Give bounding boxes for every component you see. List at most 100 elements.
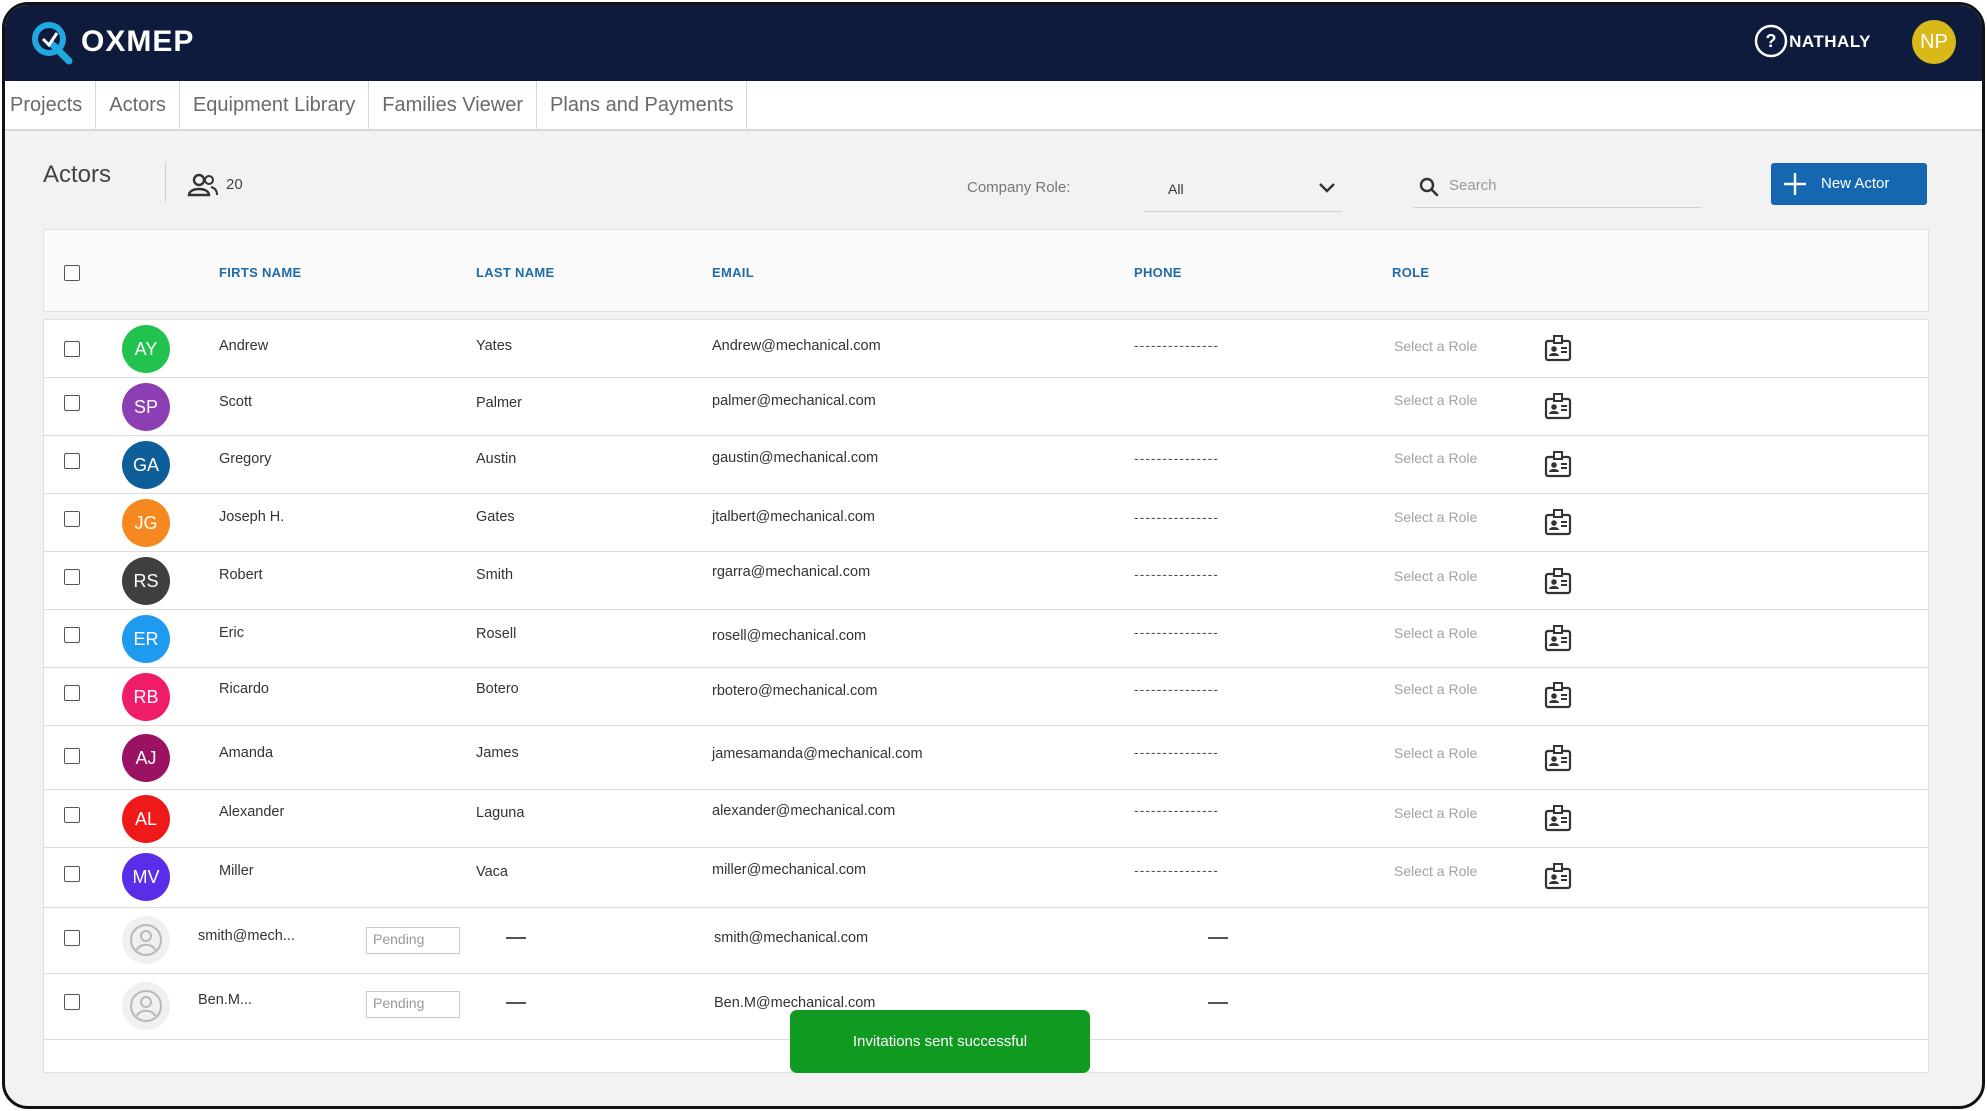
tab-plans-and-payments[interactable]: Plans and Payments (537, 81, 748, 129)
role-select[interactable]: Select a Role (1394, 681, 1477, 697)
id-badge-icon[interactable] (1544, 392, 1572, 420)
role-select[interactable]: Select a Role (1394, 392, 1477, 408)
first-name: Gregory (219, 451, 272, 467)
tab-families-viewer[interactable]: Families Viewer (369, 81, 538, 129)
role-select[interactable]: Select a Role (1394, 568, 1477, 584)
main-nav: Projects Actors Equipment Library Famili… (5, 81, 1982, 131)
table-row[interactable]: AL Alexander Laguna alexander@mechanical… (44, 790, 1928, 848)
title-divider (165, 162, 166, 202)
avatar: SP (122, 383, 170, 431)
row-checkbox[interactable] (64, 569, 80, 585)
row-checkbox[interactable] (64, 627, 80, 643)
table-header: FIRTS NAME LAST NAME EMAIL PHONE ROLE (43, 229, 1929, 312)
row-checkbox[interactable] (64, 685, 80, 701)
role-select[interactable]: Select a Role (1394, 450, 1477, 466)
id-badge-icon[interactable] (1544, 744, 1572, 772)
success-toast: Invitations sent successful (790, 1010, 1090, 1073)
table-row[interactable]: GA Gregory Austin gaustin@mechanical.com… (44, 436, 1928, 494)
avatar-initials: ER (133, 628, 159, 649)
table-row[interactable]: ER Eric Rosell rosell@mechanical.com ---… (44, 610, 1928, 668)
id-badge-icon[interactable] (1544, 567, 1572, 595)
select-all-checkbox[interactable] (64, 265, 80, 281)
role-select[interactable]: Select a Role (1394, 805, 1477, 821)
id-badge-icon[interactable] (1544, 624, 1572, 652)
avatar: RB (122, 673, 170, 721)
email: rbotero@mechanical.com (712, 683, 878, 699)
col-role[interactable]: ROLE (1392, 265, 1429, 280)
status-badge: Pending (366, 991, 460, 1018)
logo-mark-icon (32, 22, 73, 65)
avatar-initials: AJ (135, 747, 157, 768)
avatar: RS (122, 557, 170, 605)
table-row[interactable]: AY Andrew Yates Andrew@mechanical.com --… (44, 320, 1928, 378)
avatar: JG (122, 499, 170, 547)
col-first-name[interactable]: FIRTS NAME (219, 265, 301, 280)
col-last-name[interactable]: LAST NAME (476, 265, 555, 280)
id-badge-icon[interactable] (1544, 450, 1572, 478)
col-email[interactable]: EMAIL (712, 265, 754, 280)
table-row[interactable]: JG Joseph H. Gates jtalbert@mechanical.c… (44, 494, 1928, 552)
avatar-initials: MV (132, 866, 160, 887)
id-badge-icon[interactable] (1544, 681, 1572, 709)
table-row[interactable]: SP Scott Palmer palmer@mechanical.com Se… (44, 378, 1928, 436)
avatar: AY (122, 325, 170, 373)
tab-actors[interactable]: Actors (96, 81, 180, 129)
last-name: Gates (476, 509, 515, 525)
row-checkbox[interactable] (64, 866, 80, 882)
tab-equipment-library[interactable]: Equipment Library (180, 81, 370, 129)
email: Andrew@mechanical.com (712, 338, 881, 354)
phone: --------------- (1134, 802, 1219, 818)
row-checkbox[interactable] (64, 395, 80, 411)
company-role-value: All (1168, 181, 1184, 197)
search-box (1413, 166, 1701, 208)
row-checkbox[interactable] (64, 930, 80, 946)
user-name[interactable]: NATHALY (1789, 32, 1871, 52)
toast-message: Invitations sent successful (852, 1033, 1028, 1050)
role-select[interactable]: Select a Role (1394, 625, 1477, 641)
search-input[interactable] (1449, 172, 1689, 198)
row-checkbox[interactable] (64, 994, 80, 1010)
table-row[interactable]: RS Robert Smith rgarra@mechanical.com --… (44, 552, 1928, 610)
company-role-select[interactable]: All (1144, 169, 1342, 212)
row-checkbox[interactable] (64, 748, 80, 764)
id-badge-icon[interactable] (1544, 804, 1572, 832)
actors-table: AY Andrew Yates Andrew@mechanical.com --… (43, 319, 1929, 1073)
user-avatar[interactable]: NP (1912, 20, 1956, 64)
app-logo[interactable]: OXMEP (29, 19, 194, 65)
row-checkbox[interactable] (64, 341, 80, 357)
row-checkbox[interactable] (64, 807, 80, 823)
user-placeholder-icon (130, 990, 162, 1022)
plus-icon (1784, 173, 1806, 195)
new-actor-button[interactable]: New Actor (1771, 163, 1927, 205)
table-row[interactable]: AJ Amanda James jamesamanda@mechanical.c… (44, 726, 1928, 790)
role-select[interactable]: Select a Role (1394, 509, 1477, 525)
avatar-initials: JG (134, 512, 158, 533)
role-select[interactable]: Select a Role (1394, 745, 1477, 761)
avatar-initials: RS (133, 570, 159, 591)
avatar (122, 982, 170, 1030)
avatar: AL (122, 795, 170, 843)
tab-projects[interactable]: Projects (5, 81, 97, 129)
email: miller@mechanical.com (712, 862, 867, 878)
row-checkbox[interactable] (64, 511, 80, 527)
email: gaustin@mechanical.com (712, 450, 879, 466)
role-select[interactable]: Select a Role (1394, 338, 1477, 354)
avatar: AJ (122, 734, 170, 782)
help-icon[interactable]: ? (1754, 24, 1788, 58)
id-badge-icon[interactable] (1544, 508, 1572, 536)
phone: --------------- (1134, 862, 1219, 878)
phone: --------------- (1134, 509, 1219, 525)
last-name: Rosell (476, 626, 517, 642)
row-checkbox[interactable] (64, 453, 80, 469)
invited-name: Ben.M... (198, 992, 252, 1008)
table-row[interactable]: smith@mech... Pending smith@mechanical.c… (44, 908, 1928, 974)
last-name: Palmer (476, 395, 522, 411)
col-phone[interactable]: PHONE (1134, 265, 1182, 280)
table-row[interactable]: RB Ricardo Botero rbotero@mechanical.com… (44, 668, 1928, 726)
last-name: Laguna (476, 805, 525, 821)
table-row[interactable]: MV Miller Vaca miller@mechanical.com ---… (44, 848, 1928, 908)
id-badge-icon[interactable] (1544, 862, 1572, 890)
role-select[interactable]: Select a Role (1394, 863, 1477, 879)
id-badge-icon[interactable] (1544, 334, 1572, 362)
phone: --------------- (1134, 744, 1219, 760)
